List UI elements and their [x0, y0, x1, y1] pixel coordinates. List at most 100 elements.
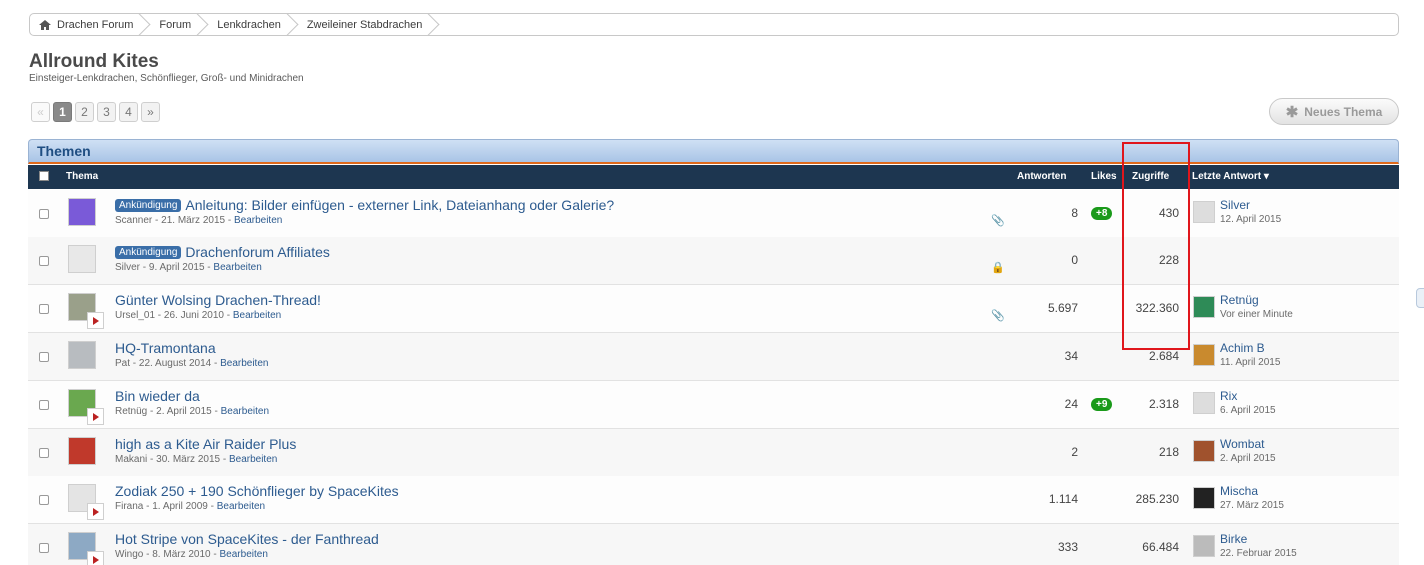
breadcrumb-label: Drachen Forum — [57, 18, 134, 31]
row-checkbox[interactable] — [39, 304, 49, 314]
last-poster-avatar[interactable] — [1193, 201, 1215, 223]
last-poster-mini-avatar[interactable] — [87, 312, 104, 329]
row-checkbox[interactable] — [39, 352, 49, 362]
thread-title-link[interactable]: Zodiak 250 + 190 Schönflieger by SpaceKi… — [115, 483, 399, 499]
thread-meta: Wingo - 8. März 2010 - Bearbeiten — [115, 549, 268, 560]
column-zugriffe[interactable]: Zugriffe — [1132, 171, 1169, 182]
thread-author-link[interactable]: Makani — [115, 454, 147, 465]
last-poster-link[interactable]: Retnüg — [1220, 293, 1259, 307]
last-poster-avatar[interactable] — [1193, 535, 1215, 557]
author-avatar[interactable] — [68, 245, 96, 273]
last-poster-avatar[interactable] — [1193, 296, 1215, 318]
edit-link[interactable]: Bearbeiten — [213, 262, 261, 273]
home-icon — [39, 19, 51, 30]
column-antworten[interactable]: Antworten — [1017, 171, 1066, 182]
thread-start-date: 26. Juni 2010 — [163, 310, 224, 321]
reply-count: 2 — [1071, 445, 1078, 459]
author-avatar[interactable] — [68, 437, 96, 465]
thread-author-link[interactable]: Firana — [115, 501, 143, 512]
last-poster-link[interactable]: Mischa — [1220, 484, 1258, 498]
prev-page-button[interactable]: « — [31, 102, 50, 122]
thread-start-date: 9. April 2015 — [148, 262, 205, 273]
thread-author-link[interactable]: Pat — [115, 358, 130, 369]
edit-link[interactable]: Bearbeiten — [233, 310, 281, 321]
edit-link[interactable]: Bearbeiten — [221, 406, 269, 417]
thread-start-date: 8. März 2010 — [152, 549, 211, 560]
thread-title-link[interactable]: Drachenforum Affiliates — [185, 244, 329, 260]
thread-meta: Makani - 30. März 2015 - Bearbeiten — [115, 454, 278, 465]
breadcrumb-label: Lenkdrachen — [217, 18, 281, 31]
last-poster-link[interactable]: Silver — [1220, 198, 1250, 212]
last-poster-mini-avatar[interactable] — [87, 551, 104, 565]
breadcrumb-zweileiner[interactable]: Zweileiner Stabdrachen — [289, 14, 431, 35]
row-checkbox[interactable] — [39, 209, 49, 219]
column-letzte-antwort[interactable]: Letzte Antwort ▾ — [1192, 171, 1269, 182]
last-post-date: 11. April 2015 — [1220, 357, 1281, 368]
edit-link[interactable]: Bearbeiten — [220, 549, 268, 560]
edit-link[interactable]: Bearbeiten — [217, 501, 265, 512]
last-post-date: 6. April 2015 — [1220, 405, 1276, 416]
thread-meta: Ursel_01 - 26. Juni 2010 - Bearbeiten — [115, 310, 282, 321]
thread-start-date: 30. März 2015 — [156, 454, 221, 465]
thread-start-date: 21. März 2015 — [161, 215, 226, 226]
last-poster-mini-avatar[interactable] — [87, 503, 104, 520]
new-thread-label: Neues Thema — [1304, 104, 1383, 119]
page-4-button[interactable]: 4 — [119, 102, 138, 122]
thread-title-line: Ankündigung Drachenforum Affiliates — [115, 244, 330, 260]
author-avatar[interactable] — [68, 341, 96, 369]
edit-link[interactable]: Bearbeiten — [220, 358, 268, 369]
page-1-button[interactable]: 1 — [53, 102, 72, 122]
thread-title-link[interactable]: Günter Wolsing Drachen-Thread! — [115, 292, 321, 308]
edit-link[interactable]: Bearbeiten — [234, 215, 282, 226]
reply-count: 34 — [1064, 349, 1078, 363]
breadcrumb-lenkdrachen[interactable]: Lenkdrachen — [199, 14, 289, 35]
row-checkbox[interactable] — [39, 256, 49, 266]
pagination: « 1 2 3 4 » — [31, 102, 160, 122]
row-checkbox[interactable] — [39, 400, 49, 410]
new-thread-button[interactable]: ✱ Neues Thema — [1269, 98, 1399, 125]
last-poster-avatar[interactable] — [1193, 344, 1215, 366]
thread-title-link[interactable]: high as a Kite Air Raider Plus — [115, 436, 296, 452]
thread-meta: Scanner - 21. März 2015 - Bearbeiten — [115, 215, 283, 226]
last-poster-link[interactable]: Achim B — [1220, 341, 1265, 355]
select-all-checkbox[interactable] — [39, 171, 49, 181]
likes-badge: +8 — [1091, 207, 1113, 220]
page-3-button[interactable]: 3 — [97, 102, 116, 122]
table-row: Bin wieder da Retnüg - 2. April 2015 - Be… — [28, 381, 1399, 429]
row-checkbox[interactable] — [39, 495, 49, 505]
announcement-badge: Ankündigung — [115, 199, 182, 212]
reply-count: 5.697 — [1047, 301, 1078, 315]
table-row: HQ-Tramontana Pat - 22. August 2014 - Bea… — [28, 333, 1399, 381]
thread-title-line: Ankündigung Anleitung: Bilder einfügen - … — [115, 197, 614, 213]
last-poster-avatar[interactable] — [1193, 440, 1215, 462]
column-thema[interactable]: Thema — [66, 171, 98, 182]
row-checkbox[interactable] — [39, 543, 49, 553]
column-likes[interactable]: Likes — [1091, 171, 1117, 182]
last-poster-link[interactable]: Birke — [1220, 532, 1247, 546]
table-row: Ankündigung Anleitung: Bilder einfügen - … — [28, 190, 1399, 238]
page-title: Allround Kites — [29, 51, 159, 72]
table-row: Hot Stripe von SpaceKites - der Fanthrea… — [28, 524, 1399, 565]
thread-author-link[interactable]: Ursel_01 — [115, 310, 155, 321]
view-count: 430 — [1158, 206, 1179, 220]
last-poster-link[interactable]: Rix — [1220, 389, 1237, 403]
edit-link[interactable]: Bearbeiten — [229, 454, 277, 465]
row-checkbox[interactable] — [39, 448, 49, 458]
thread-title-link[interactable]: Bin wieder da — [115, 388, 200, 404]
page-2-button[interactable]: 2 — [75, 102, 94, 122]
thread-author-link[interactable]: Wingo — [115, 549, 143, 560]
thread-author-link[interactable]: Silver — [115, 262, 140, 273]
thread-title-link[interactable]: HQ-Tramontana — [115, 340, 216, 356]
author-avatar[interactable] — [68, 198, 96, 226]
thread-title-link[interactable]: Anleitung: Bilder einfügen - externer Li… — [185, 197, 614, 213]
thread-author-link[interactable]: Retnüg — [115, 406, 147, 417]
side-tab[interactable] — [1416, 288, 1424, 308]
breadcrumb-home[interactable]: Drachen Forum — [30, 14, 141, 35]
last-poster-avatar[interactable] — [1193, 487, 1215, 509]
next-page-button[interactable]: » — [141, 102, 160, 122]
last-poster-link[interactable]: Wombat — [1220, 437, 1264, 451]
last-poster-mini-avatar[interactable] — [87, 408, 104, 425]
thread-author-link[interactable]: Scanner — [115, 215, 152, 226]
last-poster-avatar[interactable] — [1193, 392, 1215, 414]
thread-title-link[interactable]: Hot Stripe von SpaceKites - der Fanthrea… — [115, 531, 379, 547]
